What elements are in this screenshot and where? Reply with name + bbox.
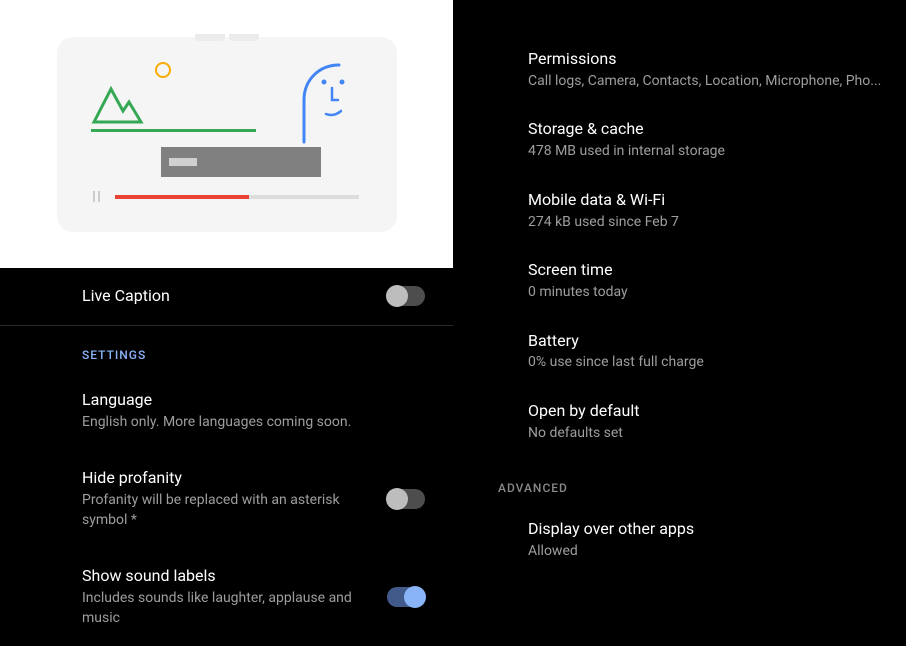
permissions-subtitle: Call logs, Camera, Contacts, Location, M… xyxy=(528,72,886,92)
permissions-title: Permissions xyxy=(528,49,886,70)
pause-icon xyxy=(93,191,100,202)
storage-row[interactable]: Storage & cache 478 MB used in internal … xyxy=(528,105,906,175)
caption-overlay xyxy=(161,147,321,177)
show-sound-labels-row[interactable]: Show sound labels Includes sounds like l… xyxy=(0,548,453,646)
battery-title: Battery xyxy=(528,331,886,352)
settings-section-header: SETTINGS xyxy=(0,326,453,372)
hide-profanity-toggle[interactable] xyxy=(387,489,425,509)
open-by-default-row[interactable]: Open by default No defaults set xyxy=(528,387,906,457)
display-over-subtitle: Allowed xyxy=(528,542,886,562)
show-sound-labels-title: Show sound labels xyxy=(82,566,371,587)
display-over-title: Display over other apps xyxy=(528,519,886,540)
language-subtitle: English only. More languages coming soon… xyxy=(82,413,409,433)
advanced-section-header: ADVANCED xyxy=(498,457,906,505)
mobile-data-subtitle: 274 kB used since Feb 7 xyxy=(528,213,886,233)
phone-mockup xyxy=(57,37,397,232)
live-caption-settings-panel: Live Caption SETTINGS Language English o… xyxy=(0,0,453,626)
display-over-apps-row[interactable]: Display over other apps Allowed xyxy=(528,505,906,575)
sun-icon xyxy=(155,62,171,78)
mountains-icon xyxy=(91,67,151,127)
battery-subtitle: 0% use since last full charge xyxy=(528,353,886,373)
progress-bar xyxy=(115,195,359,199)
language-title: Language xyxy=(82,390,409,411)
permissions-row[interactable]: Permissions Call logs, Camera, Contacts,… xyxy=(528,35,906,105)
hide-profanity-title: Hide profanity xyxy=(82,468,371,489)
hero-illustration xyxy=(0,0,453,268)
screen-time-subtitle: 0 minutes today xyxy=(528,283,886,303)
battery-row[interactable]: Battery 0% use since last full charge xyxy=(528,317,906,387)
live-caption-toggle[interactable] xyxy=(387,286,425,306)
mobile-data-title: Mobile data & Wi-Fi xyxy=(528,190,886,211)
open-by-default-subtitle: No defaults set xyxy=(528,424,886,444)
screen-time-title: Screen time xyxy=(528,260,886,281)
storage-subtitle: 478 MB used in internal storage xyxy=(528,142,886,162)
live-caption-row[interactable]: Live Caption xyxy=(0,268,453,326)
show-sound-labels-toggle[interactable] xyxy=(387,587,425,607)
green-line xyxy=(91,129,256,132)
hide-profanity-subtitle: Profanity will be replaced with an aster… xyxy=(82,491,371,530)
phone-notch xyxy=(195,34,259,41)
screen-time-row[interactable]: Screen time 0 minutes today xyxy=(528,246,906,316)
live-caption-title: Live Caption xyxy=(82,286,371,307)
open-by-default-title: Open by default xyxy=(528,401,886,422)
show-sound-labels-subtitle: Includes sounds like laughter, applause … xyxy=(82,589,371,628)
face-icon xyxy=(294,62,356,144)
hide-profanity-row[interactable]: Hide profanity Profanity will be replace… xyxy=(0,450,453,548)
language-row[interactable]: Language English only. More languages co… xyxy=(0,372,453,450)
storage-title: Storage & cache xyxy=(528,119,886,140)
mobile-data-row[interactable]: Mobile data & Wi-Fi 274 kB used since Fe… xyxy=(528,176,906,246)
app-info-panel: Permissions Call logs, Camera, Contacts,… xyxy=(453,0,906,626)
